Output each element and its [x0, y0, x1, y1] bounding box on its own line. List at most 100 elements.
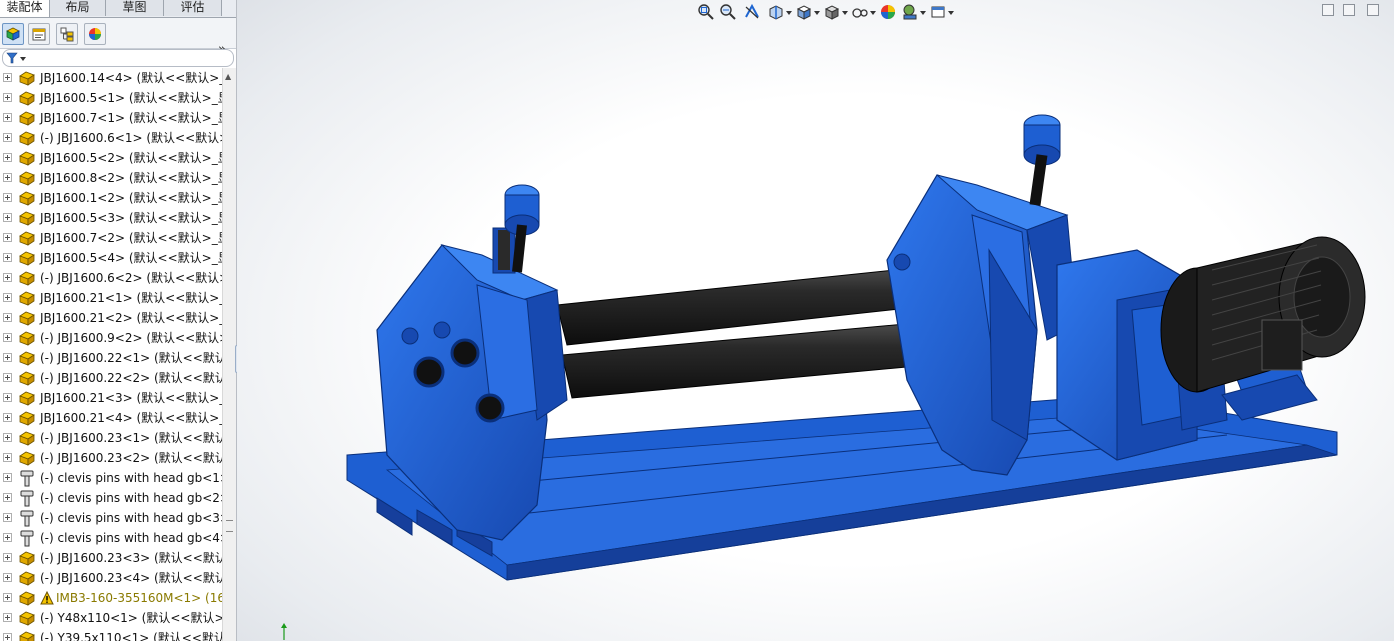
- tree-item-label: JBJ1600.5<1> (默认<<默认>_显: [40, 91, 222, 105]
- expand-toggle-icon[interactable]: [3, 93, 12, 102]
- tree-item[interactable]: JBJ1600.14<4> (默认<<默认>_显: [0, 68, 222, 88]
- tree-item[interactable]: IMB3-160-355160M<1> (16: [0, 588, 222, 608]
- expand-toggle-icon[interactable]: [3, 593, 12, 602]
- tree-item[interactable]: JBJ1600.5<4> (默认<<默认>_显: [0, 248, 222, 268]
- tree-item-label: (-) clevis pins with head gb<4>: [40, 531, 222, 545]
- toolbox-pin-icon: [17, 489, 37, 507]
- tree-item[interactable]: JBJ1600.21<4> (默认<<默认>_5: [0, 408, 222, 428]
- feature-manager-icon: [6, 27, 20, 41]
- expand-toggle-icon[interactable]: [3, 253, 12, 262]
- tree-item[interactable]: (-) JBJ1600.22<1> (默认<<默认: [0, 348, 222, 368]
- tree-item[interactable]: (-) JBJ1600.23<1> (默认<<默认: [0, 428, 222, 448]
- graphics-area[interactable]: [237, 0, 1394, 641]
- expand-toggle-icon[interactable]: [3, 573, 12, 582]
- expand-toggle-icon[interactable]: [3, 413, 12, 422]
- expand-toggle-icon[interactable]: [3, 373, 12, 382]
- part-icon: [17, 289, 37, 307]
- expand-toggle-icon[interactable]: [3, 553, 12, 562]
- tree-item[interactable]: JBJ1600.5<2> (默认<<默认>_显: [0, 148, 222, 168]
- tree-item-label: (-) JBJ1600.6<2> (默认<<默认>: [40, 271, 222, 285]
- tree-item-label: JBJ1600.14<4> (默认<<默认>_显: [40, 71, 222, 85]
- expand-toggle-icon[interactable]: [3, 453, 12, 462]
- scroll-up-arrow[interactable]: ▲: [225, 72, 231, 81]
- warning-icon: [40, 590, 54, 605]
- toolbox-pin-icon: [17, 469, 37, 487]
- tree-item-label: JBJ1600.5<3> (默认<<默认>_显: [40, 211, 222, 225]
- expand-toggle-icon[interactable]: [3, 73, 12, 82]
- expand-toggle-icon[interactable]: [3, 493, 12, 502]
- tree-item[interactable]: JBJ1600.7<2> (默认<<默认>_显: [0, 228, 222, 248]
- tree-item[interactable]: (-) clevis pins with head gb<1>: [0, 468, 222, 488]
- tree-item[interactable]: (-) JBJ1600.6<1> (默认<<默认>: [0, 128, 222, 148]
- configuration-manager-button[interactable]: [56, 23, 78, 45]
- tab-layout[interactable]: 布局: [50, 0, 106, 16]
- expand-toggle-icon[interactable]: [3, 433, 12, 442]
- part-icon: [17, 89, 37, 107]
- tree-item[interactable]: (-) JBJ1600.9<2> (默认<<默认>: [0, 328, 222, 348]
- expand-toggle-icon[interactable]: [3, 633, 12, 641]
- tree-item[interactable]: JBJ1600.5<3> (默认<<默认>_显: [0, 208, 222, 228]
- part-icon: [17, 209, 37, 227]
- expand-toggle-icon[interactable]: [3, 173, 12, 182]
- display-manager-icon: [89, 28, 101, 40]
- expand-toggle-icon[interactable]: [3, 153, 12, 162]
- feature-manager-panel: 装配体 布局 草图 评估 JBJ1600.14<4> (默认<<默认>_显 JB…: [0, 0, 237, 641]
- part-icon: [17, 189, 37, 207]
- filter-icon: [6, 52, 26, 64]
- scrollbar-grip[interactable]: [226, 520, 233, 532]
- tree-item[interactable]: (-) JBJ1600.23<4> (默认<<默认: [0, 568, 222, 588]
- expand-toggle-icon[interactable]: [3, 273, 12, 282]
- tree-item[interactable]: (-) JBJ1600.22<2> (默认<<默认: [0, 368, 222, 388]
- tab-evaluate[interactable]: 评估: [164, 0, 222, 16]
- expand-toggle-icon[interactable]: [3, 193, 12, 202]
- expand-toggle-icon[interactable]: [3, 313, 12, 322]
- tree-item[interactable]: (-) JBJ1600.23<2> (默认<<默认: [0, 448, 222, 468]
- expand-toggle-icon[interactable]: [3, 213, 12, 222]
- part-icon: [17, 549, 37, 567]
- tree-filter-bar[interactable]: [2, 49, 234, 67]
- expand-toggle-icon[interactable]: [3, 393, 12, 402]
- property-manager-icon: [32, 28, 46, 41]
- tree-item[interactable]: JBJ1600.1<2> (默认<<默认>_显: [0, 188, 222, 208]
- tree-item[interactable]: (-) clevis pins with head gb<4>: [0, 528, 222, 548]
- part-icon: [17, 569, 37, 587]
- tree-item[interactable]: JBJ1600.7<1> (默认<<默认>_显: [0, 108, 222, 128]
- tree-item[interactable]: (-) clevis pins with head gb<2>: [0, 488, 222, 508]
- part-icon: [17, 409, 37, 427]
- tree-item[interactable]: (-) Y48x110<1> (默认<<默认>_: [0, 608, 222, 628]
- tree-item-label: JBJ1600.7<2> (默认<<默认>_显: [40, 231, 222, 245]
- part-icon: [17, 169, 37, 187]
- expand-toggle-icon[interactable]: [3, 353, 12, 362]
- expand-toggle-icon[interactable]: [3, 333, 12, 342]
- feature-manager-button[interactable]: [2, 23, 24, 45]
- part-icon: [17, 429, 37, 447]
- toolbox-pin-icon: [17, 529, 37, 547]
- tab-sketch[interactable]: 草图: [106, 0, 164, 16]
- tree-item[interactable]: JBJ1600.21<2> (默认<<默认>_5: [0, 308, 222, 328]
- property-manager-button[interactable]: [28, 23, 50, 45]
- tree-scrollbar[interactable]: ▲: [222, 68, 236, 641]
- tree-item[interactable]: JBJ1600.21<3> (默认<<默认>_5: [0, 388, 222, 408]
- expand-toggle-icon[interactable]: [3, 613, 12, 622]
- feature-tree: JBJ1600.14<4> (默认<<默认>_显 JBJ1600.5<1> (默认…: [0, 68, 222, 641]
- three-roller-bending-machine-model[interactable]: [237, 0, 1394, 641]
- tree-item[interactable]: JBJ1600.5<1> (默认<<默认>_显: [0, 88, 222, 108]
- expand-toggle-icon[interactable]: [3, 513, 12, 522]
- expand-toggle-icon[interactable]: [3, 533, 12, 542]
- tree-item[interactable]: JBJ1600.21<1> (默认<<默认>_5: [0, 288, 222, 308]
- tree-item[interactable]: (-) Y39.5x110<1> (默认<<默认>: [0, 628, 222, 641]
- expand-toggle-icon[interactable]: [3, 113, 12, 122]
- expand-toggle-icon[interactable]: [3, 233, 12, 242]
- tab-assembly[interactable]: 装配体: [0, 0, 50, 17]
- tree-item-label: JBJ1600.21<1> (默认<<默认>_5: [40, 291, 222, 305]
- display-manager-button[interactable]: [84, 23, 106, 45]
- part-icon: [17, 309, 37, 327]
- tree-item[interactable]: (-) JBJ1600.6<2> (默认<<默认>: [0, 268, 222, 288]
- tree-item[interactable]: JBJ1600.8<2> (默认<<默认>_显: [0, 168, 222, 188]
- expand-toggle-icon[interactable]: [3, 473, 12, 482]
- tree-item[interactable]: (-) clevis pins with head gb<3>: [0, 508, 222, 528]
- expand-toggle-icon[interactable]: [3, 293, 12, 302]
- expand-toggle-icon[interactable]: [3, 133, 12, 142]
- tree-item[interactable]: (-) JBJ1600.23<3> (默认<<默认: [0, 548, 222, 568]
- tree-item-label: (-) Y39.5x110<1> (默认<<默认>: [40, 631, 222, 641]
